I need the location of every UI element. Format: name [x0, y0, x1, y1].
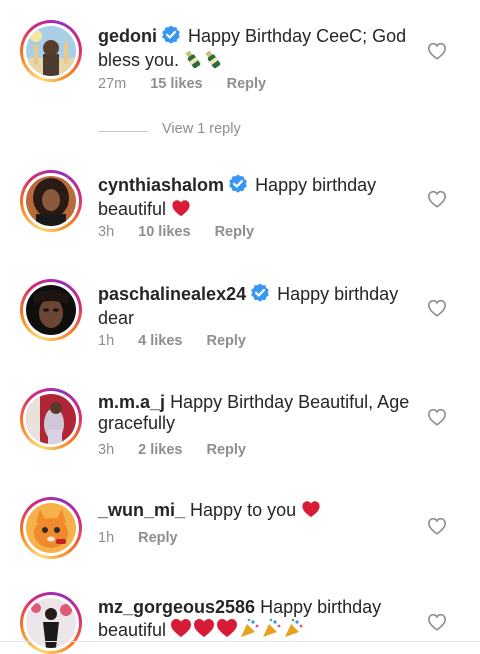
- timestamp: 3h: [98, 442, 115, 458]
- likes-count[interactable]: 10 likes: [138, 224, 190, 240]
- avatar-story-ring[interactable]: [20, 388, 82, 450]
- username[interactable]: paschalinealex24: [98, 284, 246, 304]
- hearts-and-party-poppers-icon: [171, 618, 321, 643]
- username[interactable]: cynthiashalom: [98, 175, 224, 195]
- reply-button[interactable]: Reply: [138, 530, 178, 546]
- comment-text: paschalinealex24 Happy birthday dear: [98, 283, 416, 329]
- like-heart-icon[interactable]: [427, 299, 447, 317]
- reply-button[interactable]: Reply: [215, 224, 255, 240]
- divider: [0, 641, 480, 642]
- username[interactable]: mz_gorgeous2586: [98, 597, 255, 617]
- like-heart-icon[interactable]: [427, 408, 447, 426]
- timestamp: 27m: [98, 76, 127, 92]
- red-heart-icon: [171, 199, 191, 222]
- avatar[interactable]: [26, 176, 76, 226]
- likes-count[interactable]: 15 likes: [150, 76, 202, 92]
- like-heart-icon[interactable]: [427, 42, 447, 60]
- avatar[interactable]: [26, 394, 76, 444]
- avatar-story-ring[interactable]: [20, 592, 82, 654]
- champagne-bottles-icon: [184, 50, 224, 73]
- username[interactable]: _wun_mi_: [98, 500, 185, 520]
- avatar-story-ring[interactable]: [20, 279, 82, 341]
- username[interactable]: gedoni: [98, 26, 157, 46]
- comment-meta: 1h Reply: [98, 530, 202, 546]
- verified-badge-icon: [161, 25, 181, 50]
- avatar[interactable]: [26, 503, 76, 553]
- divider: [98, 131, 148, 132]
- avatar-story-ring[interactable]: [20, 20, 82, 82]
- like-heart-icon[interactable]: [427, 190, 447, 208]
- verified-badge-icon: [228, 174, 248, 199]
- comment-body: Happy to you: [190, 500, 297, 520]
- comment-meta: 3h 2 likes Reply: [98, 442, 270, 458]
- reply-button[interactable]: Reply: [206, 442, 246, 458]
- avatar-story-ring[interactable]: [20, 170, 82, 232]
- comment-meta: 1h 4 likes Reply: [98, 333, 270, 349]
- like-heart-icon[interactable]: [427, 517, 447, 535]
- verified-badge-icon: [250, 283, 270, 308]
- avatar-story-ring[interactable]: [20, 497, 82, 559]
- avatar[interactable]: [26, 26, 76, 76]
- reply-button[interactable]: Reply: [206, 333, 246, 349]
- comment-meta: 27m 15 likes Reply: [98, 76, 290, 92]
- username[interactable]: m.m.a_j: [98, 392, 165, 412]
- timestamp: 3h: [98, 224, 115, 240]
- timestamp: 1h: [98, 333, 115, 349]
- likes-count[interactable]: 4 likes: [138, 333, 182, 349]
- avatar[interactable]: [26, 285, 76, 335]
- comment-text: m.m.a_j Happy Birthday Beautiful, Age gr…: [98, 392, 416, 434]
- likes-count[interactable]: 2 likes: [138, 442, 182, 458]
- comment-text: _wun_mi_ Happy to you: [98, 500, 416, 523]
- like-heart-icon[interactable]: [427, 613, 447, 631]
- view-replies-label[interactable]: View 1 reply: [162, 121, 241, 137]
- red-heart-icon: [301, 500, 321, 523]
- timestamp: 1h: [98, 530, 115, 546]
- comment-meta: 3h 10 likes Reply: [98, 224, 278, 240]
- comment-text: cynthiashalom Happy birthday beautiful: [98, 174, 416, 222]
- comment-text: gedoni Happy Birthday CeeC; God bless yo…: [98, 25, 416, 73]
- comment-text: mz_gorgeous2586 Happy birthday beautiful: [98, 597, 416, 643]
- reply-button[interactable]: Reply: [227, 76, 267, 92]
